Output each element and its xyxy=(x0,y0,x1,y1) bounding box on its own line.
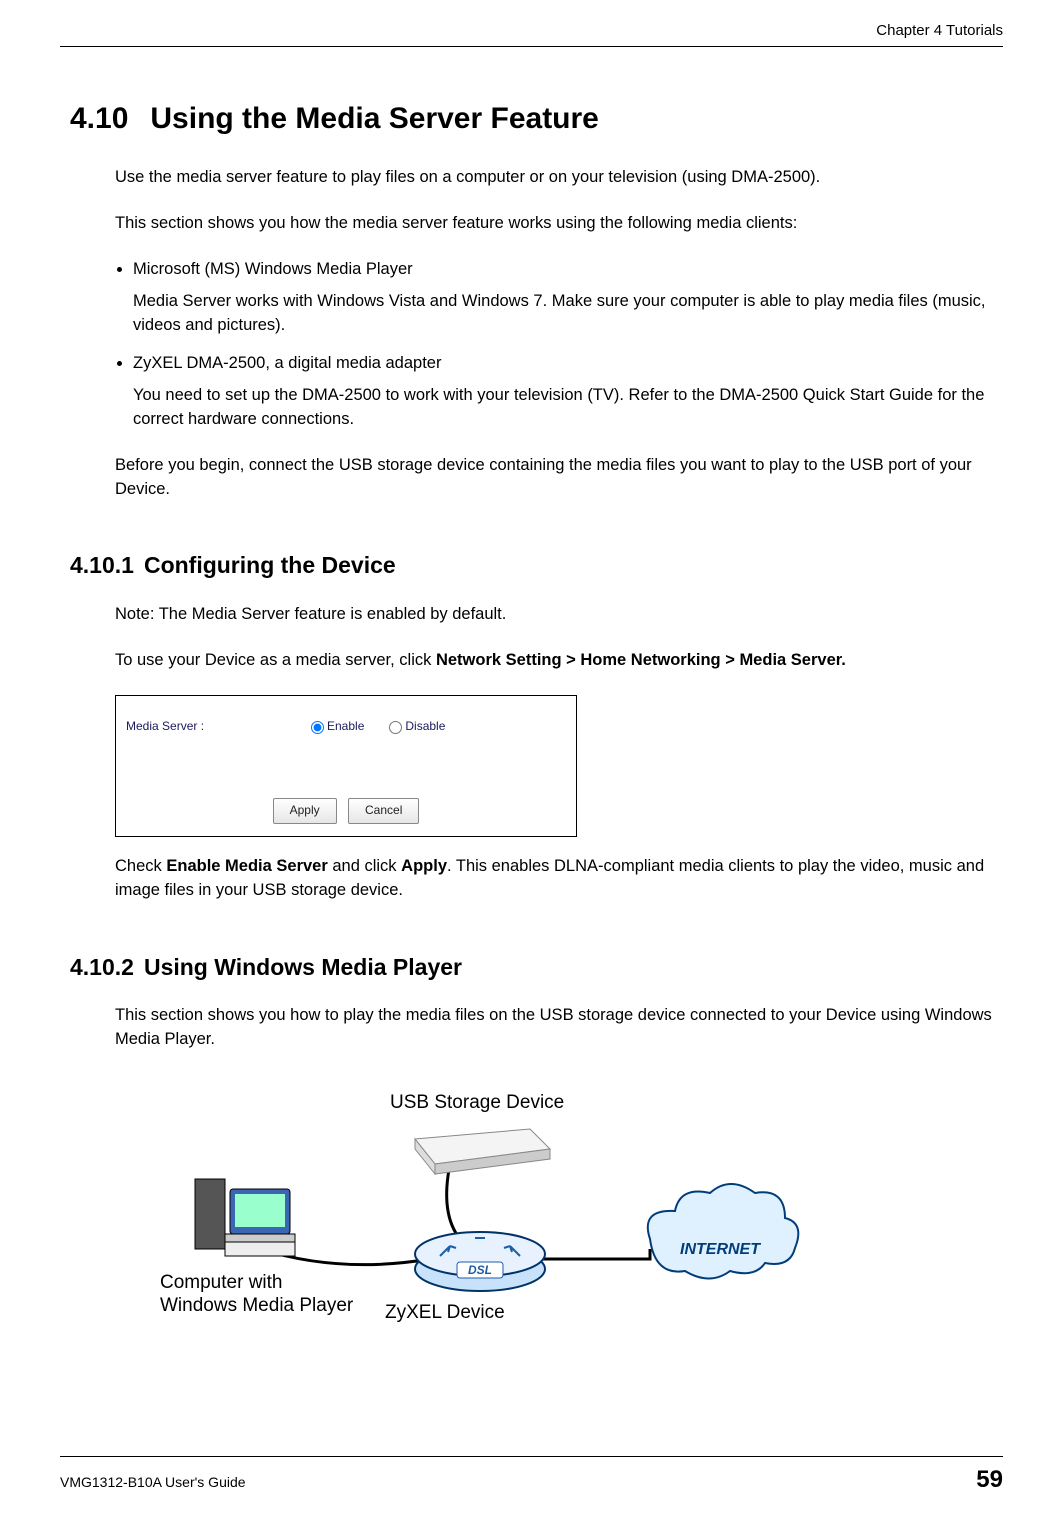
bullet-1-title: Microsoft (MS) Windows Media Player xyxy=(133,260,413,278)
computer-label-line2: Windows Media Player xyxy=(160,1292,353,1320)
enable-instruction: Check Enable Media Server and click Appl… xyxy=(115,855,998,903)
section-number: 4.10 xyxy=(70,102,128,135)
bullet-2-title: ZyXEL DMA-2500, a digital media adapter xyxy=(133,354,441,372)
nav-path: Network Setting > Home Networking > Medi… xyxy=(436,651,846,669)
apply-button[interactable]: Apply xyxy=(273,798,337,823)
media-server-label: Media Server : xyxy=(126,718,306,735)
section-4-10-2-heading: 4.10.2 Using Windows Media Player xyxy=(70,951,1003,984)
zyxel-device-label: ZyXEL Device xyxy=(385,1299,505,1327)
note-enabled-by-default: Note: The Media Server feature is enable… xyxy=(115,603,998,627)
bullet-2-desc: You need to set up the DMA-2500 to work … xyxy=(133,384,998,432)
internet-cloud-icon: INTERNET xyxy=(648,1184,799,1279)
bullet-1-desc: Media Server works with Windows Vista an… xyxy=(133,290,998,338)
subsection-number: 4.10.2 xyxy=(70,954,134,980)
subsection-title: Using Windows Media Player xyxy=(144,954,462,980)
enable-radio-label[interactable]: Enable xyxy=(306,718,364,735)
page-number: 59 xyxy=(976,1463,1003,1498)
media-server-config-screenshot: Media Server : Enable Disable Apply Canc… xyxy=(115,695,577,837)
section-4-10-1-heading: 4.10.1 Configuring the Device xyxy=(70,549,1003,582)
disable-radio[interactable] xyxy=(389,721,402,734)
wmp-intro: This section shows you how to play the m… xyxy=(115,1004,998,1052)
subsection-title: Configuring the Device xyxy=(144,552,396,578)
header-divider xyxy=(60,46,1003,47)
footer-guide-name: VMG1312-B10A User's Guide xyxy=(60,1472,246,1492)
network-diagram: DSL INTERNET USB Storage Device Computer… xyxy=(130,1074,850,1354)
section-4-10-heading: 4.10 Using the Media Server Feature xyxy=(70,97,1003,141)
enable-radio[interactable] xyxy=(311,721,324,734)
subsection-number: 4.10.1 xyxy=(70,552,134,578)
internet-label: INTERNET xyxy=(680,1241,761,1258)
usb-storage-label: USB Storage Device xyxy=(390,1089,564,1117)
intro-paragraph-1: Use the media server feature to play fil… xyxy=(115,166,998,190)
media-clients-list: Microsoft (MS) Windows Media Player Medi… xyxy=(115,258,998,432)
footer-divider xyxy=(60,1456,1003,1457)
usb-storage-icon xyxy=(415,1129,550,1174)
before-you-begin: Before you begin, connect the USB storag… xyxy=(115,454,998,502)
cancel-button[interactable]: Cancel xyxy=(348,798,419,823)
dsl-label: DSL xyxy=(468,1263,492,1277)
computer-icon xyxy=(195,1179,295,1256)
intro-paragraph-2: This section shows you how the media ser… xyxy=(115,212,998,236)
nav-instruction: To use your Device as a media server, cl… xyxy=(115,649,998,673)
header-chapter: Chapter 4 Tutorials xyxy=(60,20,1003,46)
disable-radio-label[interactable]: Disable xyxy=(384,718,445,735)
section-title: Using the Media Server Feature xyxy=(150,102,598,135)
router-icon: DSL xyxy=(415,1232,545,1291)
